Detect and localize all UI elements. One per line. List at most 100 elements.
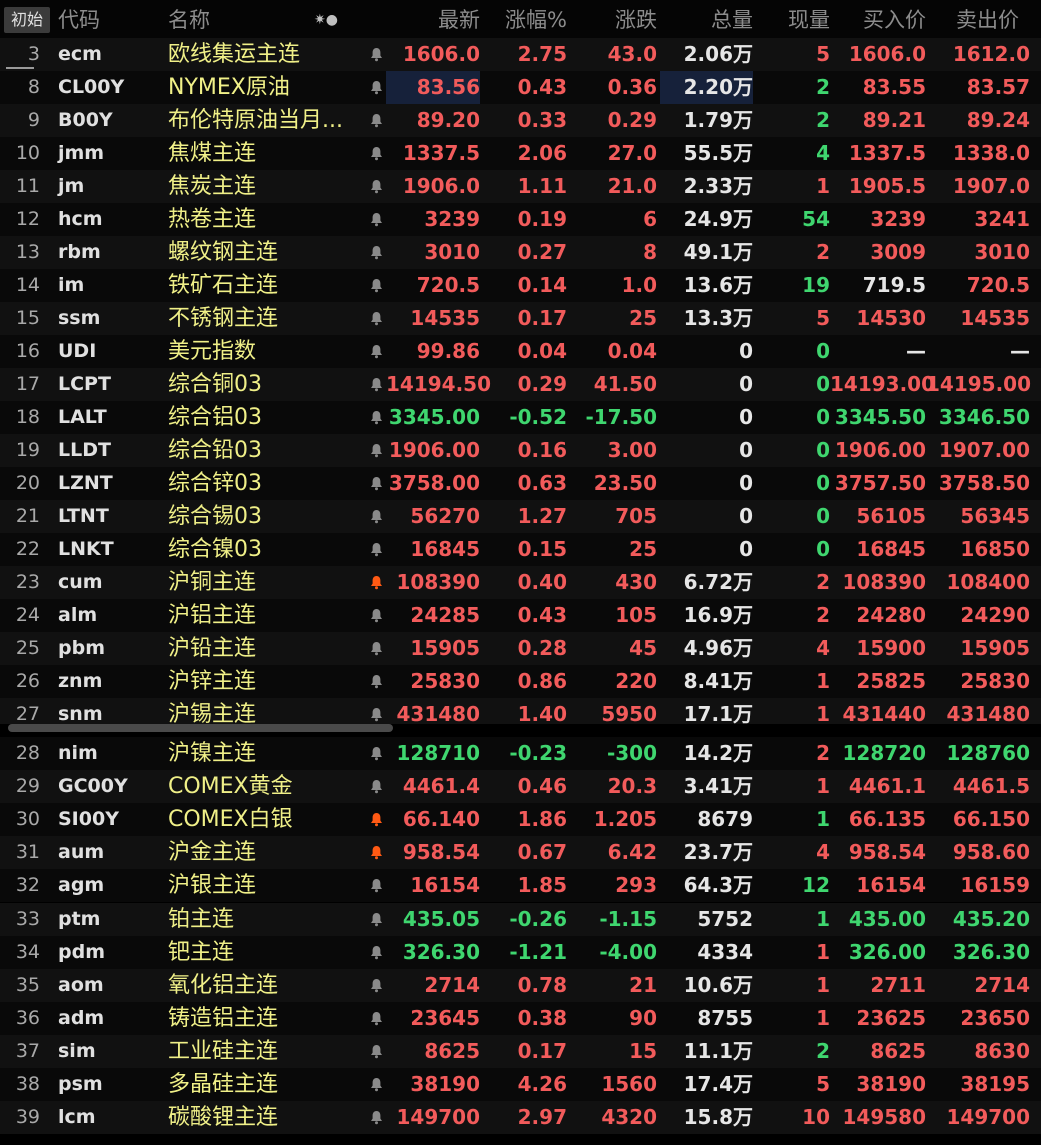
row-code[interactable]: ecm [58, 38, 158, 71]
row-name[interactable]: 多晶硅主连 [168, 1068, 362, 1101]
row-code[interactable]: alm [58, 599, 158, 632]
table-row[interactable]: 39 lcm 碳酸锂主连 149700 2.97 4320 15.8万 10 149580 149… [0, 1101, 1041, 1135]
bell-icon[interactable] [366, 969, 386, 1002]
row-name[interactable]: 综合锡03 [168, 500, 362, 533]
row-code[interactable]: adm [58, 1002, 158, 1035]
row-name[interactable]: 综合铝03 [168, 401, 362, 434]
bell-icon[interactable] [366, 1068, 386, 1101]
row-code[interactable]: ptm [58, 903, 158, 936]
header-code[interactable]: 代码 [58, 0, 100, 38]
bell-icon[interactable] [366, 836, 386, 869]
bell-icon[interactable] [366, 869, 386, 902]
row-name[interactable]: 沪锌主连 [168, 665, 362, 698]
row-code[interactable]: pbm [58, 632, 158, 665]
row-name[interactable]: 综合镍03 [168, 533, 362, 566]
header-bid[interactable]: 买入价 [830, 0, 926, 38]
table-row[interactable]: 14 im 铁矿石主连 720.5 0.14 1.0 13.6万 19 719.5 720.5 [0, 269, 1041, 302]
table-row[interactable]: 17 LCPT 综合铜03 14194.50 0.29 41.50 0 0 14193.00 14… [0, 368, 1041, 401]
row-code[interactable]: nim [58, 737, 158, 770]
row-code[interactable]: znm [58, 665, 158, 698]
row-name[interactable]: 沪铅主连 [168, 632, 362, 665]
table-row[interactable]: 30 SI00Y COMEX白银 66.140 1.86 1.205 8679 1 66.135… [0, 803, 1041, 837]
row-code[interactable]: sim [58, 1035, 158, 1068]
table-row[interactable]: 8 CL00Y NYMEX原油 83.56 0.43 0.36 2.20万 2 83.55 83.… [0, 71, 1041, 104]
row-code[interactable]: UDI [58, 335, 158, 368]
bell-icon[interactable] [366, 71, 386, 104]
bell-icon[interactable] [366, 104, 386, 137]
bell-icon[interactable] [366, 737, 386, 770]
bell-icon[interactable] [366, 203, 386, 236]
bell-icon[interactable] [366, 434, 386, 467]
row-code[interactable]: aum [58, 836, 158, 869]
row-name[interactable]: COMEX黄金 [168, 770, 362, 803]
table-row[interactable]: 26 znm 沪锌主连 25830 0.86 220 8.41万 1 25825 25830 [0, 665, 1041, 698]
row-name[interactable]: 钯主连 [168, 936, 362, 969]
row-code[interactable]: SI00Y [58, 803, 158, 836]
row-name[interactable]: 沪金主连 [168, 836, 362, 869]
row-name[interactable]: 不锈钢主连 [168, 302, 362, 335]
bell-icon[interactable] [366, 566, 386, 599]
row-code[interactable]: rbm [58, 236, 158, 269]
table-row[interactable]: 36 adm 铸造铝主连 23645 0.38 90 8755 1 23625 23650 [0, 1001, 1041, 1035]
bell-icon[interactable] [366, 170, 386, 203]
table-row[interactable]: 9 B00Y 布伦特原油当月... 89.20 0.33 0.29 1.79万 2 89.21 8… [0, 104, 1041, 137]
header-ask[interactable]: 卖出价 [956, 0, 1019, 38]
row-name[interactable]: 氧化铝主连 [168, 969, 362, 1002]
bell-icon[interactable] [366, 500, 386, 533]
bell-icon[interactable] [366, 1002, 386, 1035]
row-code[interactable]: jm [58, 170, 158, 203]
bell-icon[interactable] [366, 269, 386, 302]
bell-icon[interactable] [366, 401, 386, 434]
bell-icon[interactable] [366, 368, 386, 401]
reset-button[interactable]: 初始 [4, 7, 50, 33]
bell-icon[interactable] [366, 137, 386, 170]
bell-icon[interactable] [366, 1101, 386, 1134]
bell-icon[interactable] [366, 467, 386, 500]
row-name[interactable]: 综合铅03 [168, 434, 362, 467]
row-code[interactable]: agm [58, 869, 158, 902]
table-row[interactable]: 31 aum 沪金主连 958.54 0.67 6.42 23.7万 4 958.54 958.6… [0, 836, 1041, 870]
row-name[interactable]: 工业硅主连 [168, 1035, 362, 1068]
row-name[interactable]: NYMEX原油 [168, 71, 362, 104]
row-name[interactable]: 沪银主连 [168, 869, 362, 902]
row-name[interactable]: 综合铜03 [168, 368, 362, 401]
row-code[interactable]: LCPT [58, 368, 158, 401]
table-row[interactable]: 22 LNKT 综合镍03 16845 0.15 25 0 0 16845 16850 [0, 533, 1041, 566]
table-row[interactable]: 33 ptm 铂主连 435.05 -0.26 -1.15 5752 1 435.00 435.2… [0, 902, 1041, 936]
header-vol[interactable]: 总量 [660, 0, 753, 38]
row-name[interactable]: COMEX白银 [168, 803, 362, 836]
row-code[interactable]: LALT [58, 401, 158, 434]
table-row[interactable]: 38 psm 多晶硅主连 38190 4.26 1560 17.4万 5 38190 38195 [0, 1068, 1041, 1101]
bell-icon[interactable] [366, 599, 386, 632]
row-code[interactable]: ssm [58, 302, 158, 335]
row-code[interactable]: im [58, 269, 158, 302]
table-row[interactable]: 20 LZNT 综合锌03 3758.00 0.63 23.50 0 0 3757.50 3758… [0, 467, 1041, 500]
row-name[interactable]: 欧线集运主连 [168, 38, 362, 71]
horizontal-scrollbar[interactable] [8, 724, 393, 732]
row-code[interactable]: GC00Y [58, 770, 158, 803]
row-name[interactable]: 螺纹钢主连 [168, 236, 362, 269]
bell-icon[interactable] [366, 533, 386, 566]
table-row[interactable]: 10 jmm 焦煤主连 1337.5 2.06 27.0 55.5万 4 1337.5 1338.… [0, 137, 1041, 170]
row-code[interactable]: cum [58, 566, 158, 599]
bell-icon[interactable] [366, 302, 386, 335]
table-row[interactable]: 15 ssm 不锈钢主连 14535 0.17 25 13.3万 5 14530 14535 [0, 302, 1041, 335]
row-code[interactable]: pdm [58, 936, 158, 969]
header-last[interactable]: 最新 [386, 0, 480, 38]
bell-icon[interactable] [366, 803, 386, 836]
row-name[interactable]: 沪镍主连 [168, 737, 362, 770]
row-code[interactable]: B00Y [58, 104, 158, 137]
row-code[interactable]: hcm [58, 203, 158, 236]
row-code[interactable]: aom [58, 969, 158, 1002]
table-row[interactable]: 29 GC00Y COMEX黄金 4461.4 0.46 20.3 3.41万 1 4461.1… [0, 770, 1041, 804]
table-row[interactable]: 23 cum 沪铜主连 108390 0.40 430 6.72万 2 108390 108400 [0, 566, 1041, 599]
bell-icon[interactable] [366, 236, 386, 269]
table-row[interactable]: 13 rbm 螺纹钢主连 3010 0.27 8 49.1万 2 3009 3010 [0, 236, 1041, 269]
bell-icon[interactable] [366, 335, 386, 368]
row-code[interactable]: lcm [58, 1101, 158, 1134]
row-name[interactable]: 热卷主连 [168, 203, 362, 236]
table-row[interactable]: 21 LTNT 综合锡03 56270 1.27 705 0 0 56105 56345 [0, 500, 1041, 533]
bell-icon[interactable] [366, 936, 386, 969]
bell-icon[interactable] [366, 38, 386, 71]
row-code[interactable]: CL00Y [58, 71, 158, 104]
